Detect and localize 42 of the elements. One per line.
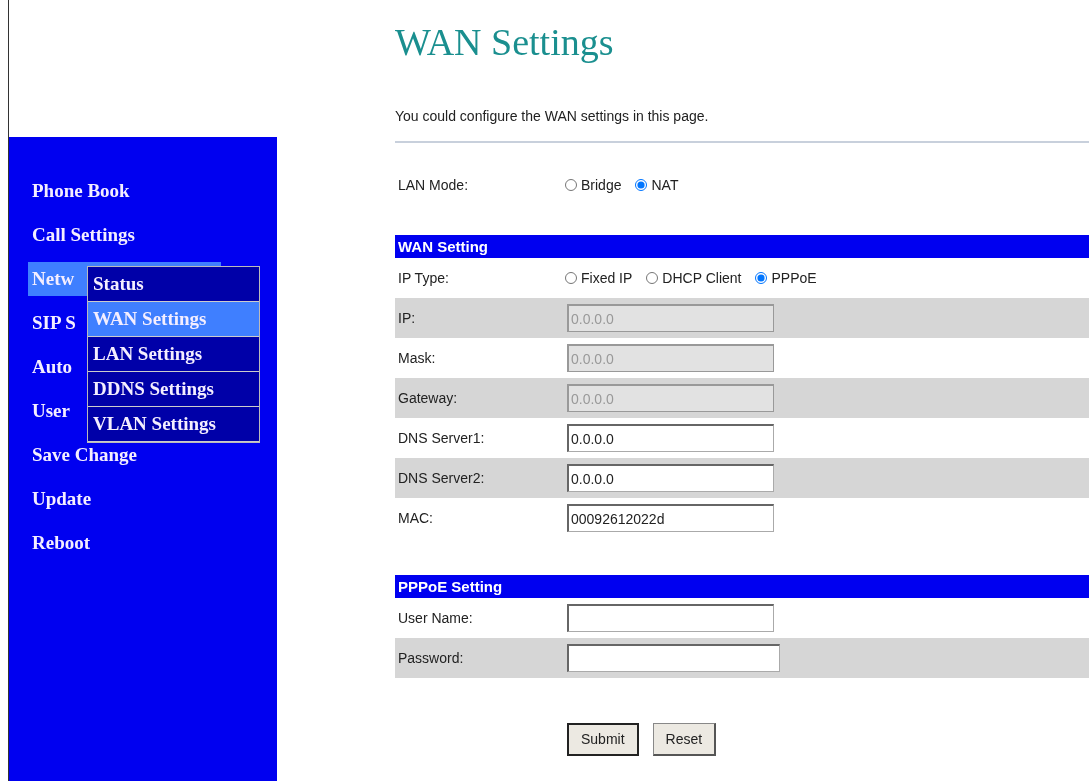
page-title: WAN Settings [395,20,615,65]
field-label: Password: [397,648,465,668]
radio-option[interactable]: Bridge [565,174,622,196]
input-field[interactable]: 0.0.0.0 [567,424,774,452]
field-label: MAC: [397,508,434,528]
input-field[interactable]: 0.0.0.0 [567,464,774,492]
radio-button[interactable] [755,272,768,284]
field-label: IP: [397,308,417,328]
sidebar-item[interactable]: Update [32,488,92,510]
radio-option[interactable]: Fixed IP [565,267,633,289]
sidebar-item[interactable]: SIP S [32,312,76,334]
section-header: PPPoE Setting [395,575,1089,598]
field-label: User Name: [397,608,474,628]
submenu-item[interactable]: LAN Settings [88,337,259,372]
sidebar-item[interactable]: Call Settings [32,224,135,246]
sidebar-item[interactable]: User [32,400,70,422]
radio-button[interactable] [635,179,648,191]
input-field[interactable] [567,644,780,672]
page-description: You could configure the WAN settings in this page. [395,107,710,126]
sidebar-item[interactable]: Reboot [32,532,91,554]
field-label: DNS Server1: [397,428,486,448]
input-field[interactable]: 00092612022d [567,504,774,532]
sidebar-item[interactable]: Save Change [32,444,138,466]
submit-button[interactable]: Submit [567,723,639,756]
input-field[interactable] [567,604,774,632]
section-header: WAN Setting [395,235,1089,258]
radio-option[interactable]: PPPoE [755,267,817,289]
submenu-item[interactable]: DDNS Settings [88,372,259,407]
reset-button[interactable]: Reset [652,723,717,756]
radio-button[interactable] [565,179,577,191]
field-label: IP Type: [397,268,450,288]
sidebar-item[interactable]: Auto [32,356,73,378]
field-label: DNS Server2: [397,468,486,488]
submenu-item[interactable]: VLAN Settings [88,407,259,442]
radio-button[interactable] [565,272,577,284]
field-label: Gateway: [397,388,459,408]
sidebar-item[interactable]: Phone Book [32,180,130,202]
radio-option[interactable]: DHCP Client [646,267,742,289]
radio-button[interactable] [646,272,659,284]
field-label: LAN Mode: [397,175,470,195]
radio-option[interactable]: NAT [635,174,679,196]
field-label: Mask: [397,348,437,368]
